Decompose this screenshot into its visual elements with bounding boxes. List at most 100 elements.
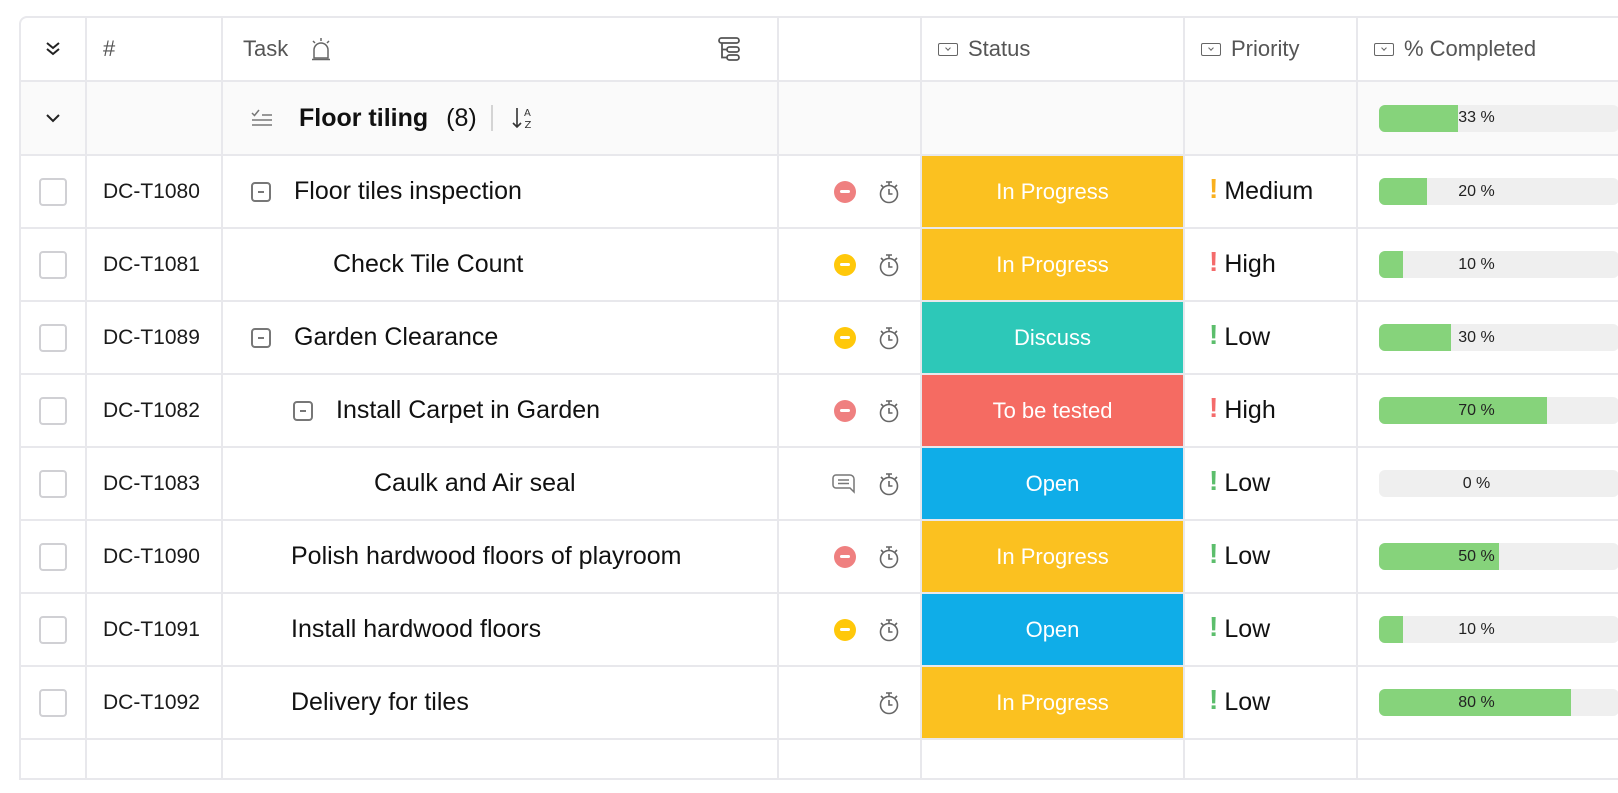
task-id[interactable]: DC-T1091 xyxy=(103,618,200,642)
progress-bar[interactable]: 80 % xyxy=(1379,689,1618,716)
status-badge[interactable]: Open xyxy=(922,594,1183,665)
status-badge[interactable]: In Progress xyxy=(922,521,1183,592)
task-id[interactable]: DC-T1092 xyxy=(103,691,200,715)
completed-cell[interactable]: 10 % xyxy=(1358,229,1618,300)
task-id[interactable]: DC-T1090 xyxy=(103,545,200,569)
priority-cell[interactable]: ! Low xyxy=(1185,302,1358,373)
task-id[interactable]: DC-T1081 xyxy=(103,253,200,277)
column-header-status[interactable]: Status xyxy=(922,18,1185,80)
blocked-indicator-icon[interactable] xyxy=(834,545,856,568)
task-row[interactable]: DC-T1089 Garden Clearance Discuss ! Low … xyxy=(21,302,1618,375)
task-name[interactable]: Floor tiles inspection xyxy=(294,177,522,206)
completed-cell[interactable]: 80 % xyxy=(1358,667,1618,738)
status-cell[interactable]: Open xyxy=(922,594,1185,665)
task-name[interactable]: Garden Clearance xyxy=(294,323,498,352)
progress-bar[interactable]: 10 % xyxy=(1379,616,1618,643)
progress-bar[interactable]: 0 % xyxy=(1379,470,1618,497)
status-badge[interactable]: In Progress xyxy=(922,667,1183,738)
status-badge[interactable]: In Progress xyxy=(922,156,1183,227)
status-badge[interactable]: Open xyxy=(922,448,1183,519)
task-name[interactable]: Polish hardwood floors of playroom xyxy=(291,542,681,571)
task-row[interactable]: DC-T1091 Install hardwood floors Open ! … xyxy=(21,594,1618,667)
siren-icon[interactable] xyxy=(310,37,332,61)
column-header-id[interactable]: # xyxy=(87,18,223,80)
sort-az-icon[interactable]: AZ xyxy=(511,105,537,131)
expand-all-button[interactable] xyxy=(21,18,87,80)
completed-cell[interactable]: 10 % xyxy=(1358,594,1618,665)
collapse-subtask-icon[interactable] xyxy=(293,400,313,421)
stopwatch-icon[interactable] xyxy=(878,472,900,496)
status-cell[interactable]: Open xyxy=(922,448,1185,519)
priority-cell[interactable]: ! Low xyxy=(1185,594,1358,665)
stopwatch-icon[interactable] xyxy=(878,691,900,715)
on-hold-indicator-icon[interactable] xyxy=(834,253,856,276)
column-header-completed[interactable]: % Completed xyxy=(1358,18,1618,80)
progress-bar[interactable]: 50 % xyxy=(1379,543,1618,570)
completed-cell[interactable]: 50 % xyxy=(1358,521,1618,592)
status-badge[interactable]: Discuss xyxy=(922,302,1183,373)
status-cell[interactable]: In Progress xyxy=(922,156,1185,227)
row-checkbox[interactable] xyxy=(39,542,67,571)
completed-cell[interactable]: 0 % xyxy=(1358,448,1618,519)
task-name[interactable]: Install hardwood floors xyxy=(291,615,541,644)
row-checkbox[interactable] xyxy=(39,469,67,498)
progress-bar[interactable]: 20 % xyxy=(1379,178,1618,205)
task-row[interactable]: DC-T1081 Check Tile Count In Progress ! … xyxy=(21,229,1618,302)
row-checkbox[interactable] xyxy=(39,177,67,206)
priority-cell[interactable]: ! Low xyxy=(1185,667,1358,738)
status-cell[interactable]: To be tested xyxy=(922,375,1185,446)
priority-cell[interactable]: ! High xyxy=(1185,375,1358,446)
progress-bar[interactable]: 30 % xyxy=(1379,324,1618,351)
stopwatch-icon[interactable] xyxy=(878,326,900,350)
row-checkbox[interactable] xyxy=(39,250,67,279)
status-badge[interactable]: To be tested xyxy=(922,375,1183,446)
completed-cell[interactable]: 20 % xyxy=(1358,156,1618,227)
hierarchy-icon[interactable] xyxy=(717,36,743,62)
task-row[interactable]: DC-T1092 Delivery for tiles In Progress … xyxy=(21,667,1618,740)
task-name[interactable]: Caulk and Air seal xyxy=(374,469,576,498)
row-checkbox[interactable] xyxy=(39,323,67,352)
stopwatch-icon[interactable] xyxy=(878,180,900,204)
completed-cell[interactable]: 70 % xyxy=(1358,375,1618,446)
column-header-priority[interactable]: Priority xyxy=(1185,18,1358,80)
task-id[interactable]: DC-T1082 xyxy=(103,399,200,423)
stopwatch-icon[interactable] xyxy=(878,253,900,277)
row-checkbox[interactable] xyxy=(39,396,67,425)
task-row[interactable]: DC-T1082 Install Carpet in Garden To be … xyxy=(21,375,1618,448)
group-title[interactable]: Floor tiling xyxy=(299,104,428,133)
task-id[interactable]: DC-T1083 xyxy=(103,472,200,496)
row-checkbox[interactable] xyxy=(39,688,67,717)
priority-cell[interactable]: ! High xyxy=(1185,229,1358,300)
stopwatch-icon[interactable] xyxy=(878,399,900,423)
status-cell[interactable]: In Progress xyxy=(922,521,1185,592)
stopwatch-icon[interactable] xyxy=(878,618,900,642)
priority-cell[interactable]: ! Low xyxy=(1185,448,1358,519)
status-cell[interactable]: In Progress xyxy=(922,229,1185,300)
collapse-group-button[interactable] xyxy=(21,82,87,154)
blocked-indicator-icon[interactable] xyxy=(834,399,856,422)
on-hold-indicator-icon[interactable] xyxy=(834,618,856,641)
row-checkbox[interactable] xyxy=(39,615,67,644)
priority-cell[interactable]: ! Medium xyxy=(1185,156,1358,227)
blocked-indicator-icon[interactable] xyxy=(834,180,856,203)
status-cell[interactable]: In Progress xyxy=(922,667,1185,738)
status-badge[interactable]: In Progress xyxy=(922,229,1183,300)
column-header-task[interactable]: Task xyxy=(223,18,779,80)
task-name[interactable]: Install Carpet in Garden xyxy=(336,396,600,425)
comment-icon[interactable] xyxy=(832,473,856,495)
task-row[interactable]: DC-T1083 Caulk and Air seal Open ! Low 0… xyxy=(21,448,1618,521)
task-id[interactable]: DC-T1089 xyxy=(103,326,200,350)
stopwatch-icon[interactable] xyxy=(878,545,900,569)
progress-bar[interactable]: 10 % xyxy=(1379,251,1618,278)
status-cell[interactable]: Discuss xyxy=(922,302,1185,373)
task-row[interactable]: DC-T1080 Floor tiles inspection In Progr… xyxy=(21,156,1618,229)
completed-cell[interactable]: 30 % xyxy=(1358,302,1618,373)
task-name[interactable]: Delivery for tiles xyxy=(291,688,469,717)
priority-cell[interactable]: ! Low xyxy=(1185,521,1358,592)
task-row[interactable]: DC-T1090 Polish hardwood floors of playr… xyxy=(21,521,1618,594)
task-name[interactable]: Check Tile Count xyxy=(333,250,523,279)
collapse-subtask-icon[interactable] xyxy=(251,327,271,348)
on-hold-indicator-icon[interactable] xyxy=(834,326,856,349)
collapse-subtask-icon[interactable] xyxy=(251,181,271,202)
progress-bar[interactable]: 70 % xyxy=(1379,397,1618,424)
